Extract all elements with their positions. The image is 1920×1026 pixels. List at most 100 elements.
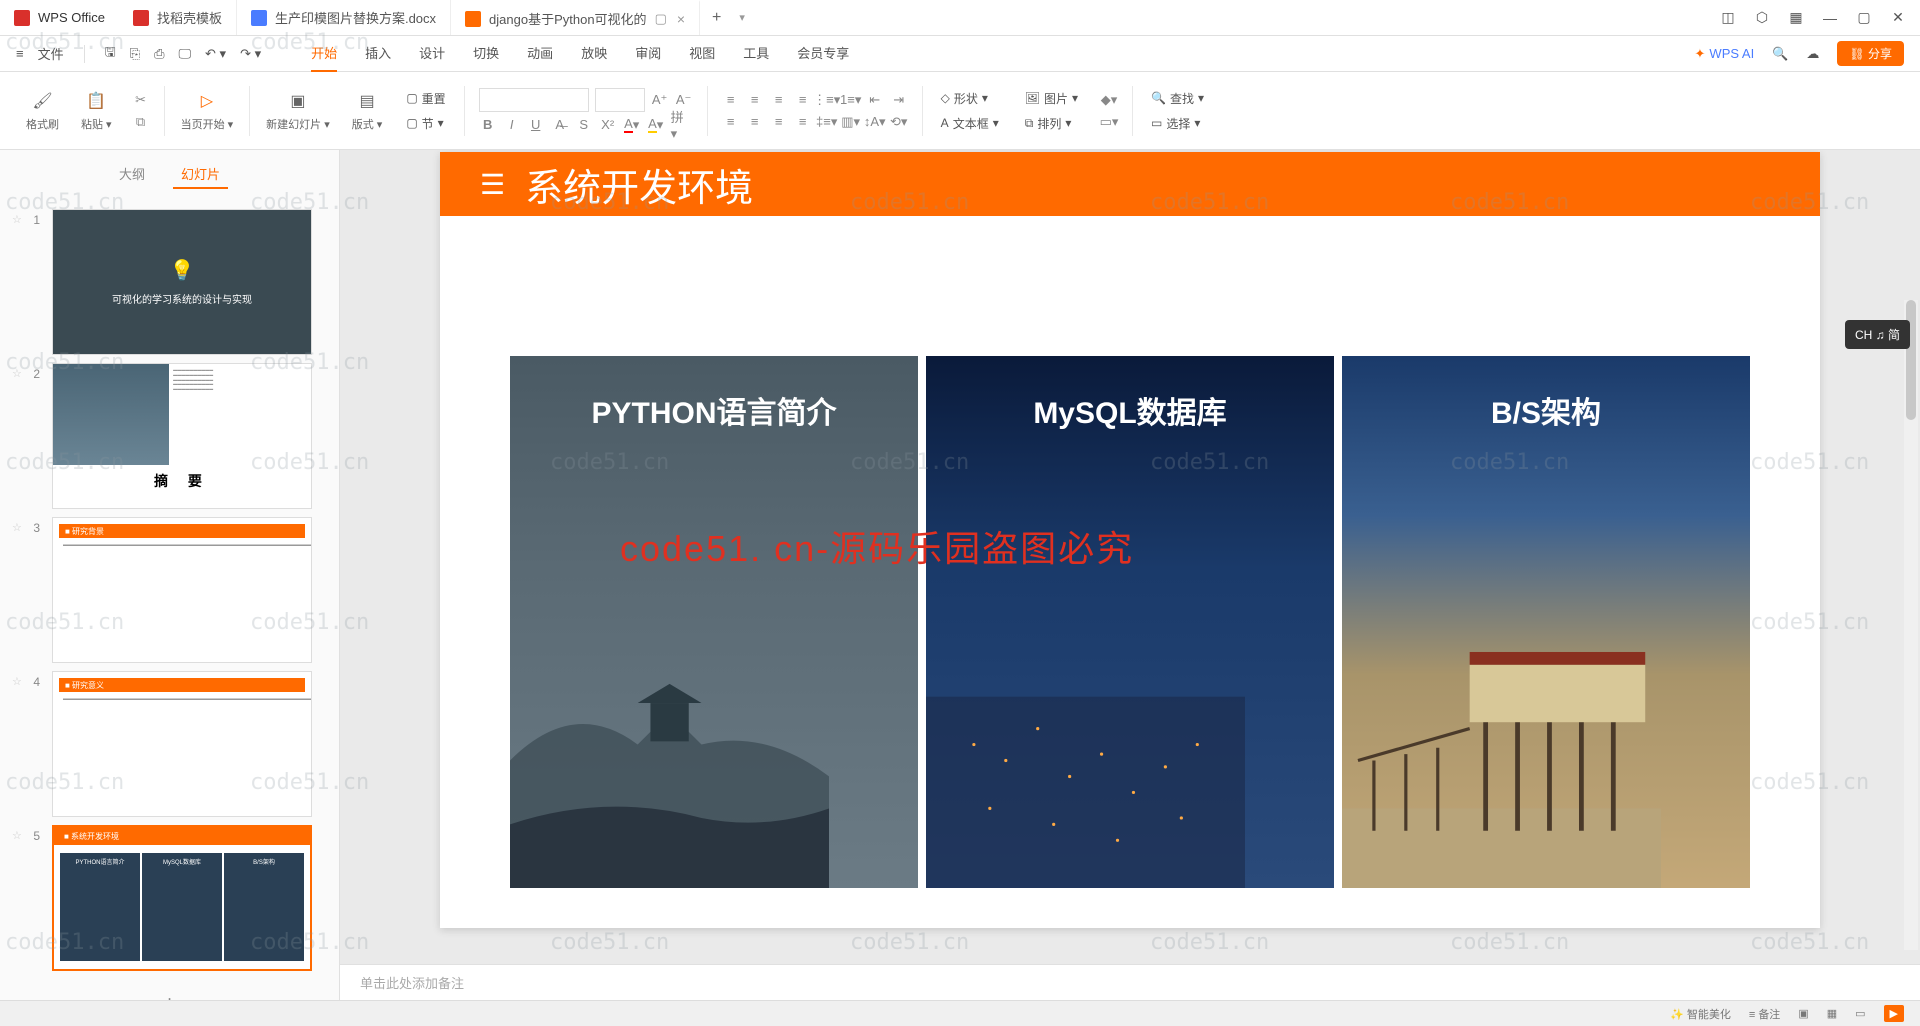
slide-thumb-5-selected[interactable]: ■ 系统开发环境 PYTHON语言简介 MySQL数据库 B/S架构 [52,825,312,971]
tab-ppt-active[interactable]: django基于Python可视化的 ▢ × [451,0,700,35]
underline-icon[interactable]: U [527,116,545,134]
select-button[interactable]: ▭ 选择 ▾ [1147,113,1208,134]
align-center-icon[interactable]: ≡ [746,91,764,109]
align-middle-icon[interactable]: ≡ [746,113,764,131]
star-icon[interactable]: ☆ [12,209,26,226]
export-icon[interactable]: ⎘ [130,46,140,62]
font-size-select[interactable] [595,88,645,112]
fill-icon[interactable]: ◆▾ [1100,91,1118,109]
tab-design[interactable]: 设计 [419,35,445,72]
shape-button[interactable]: ◇ 形状 ▾ [937,88,1003,109]
view-sorter-icon[interactable]: ▦ [1827,1007,1837,1020]
picture-button[interactable]: 🖼 图片 ▾ [1021,88,1082,109]
tab-menu-chevron[interactable]: ▾ [733,11,745,24]
new-tab-button[interactable]: + [700,9,733,27]
search-icon[interactable]: 🔍 [1772,46,1788,62]
tab-home[interactable]: 开始 [311,35,337,72]
new-slide-button[interactable]: ▣ 新建幻灯片 ▾ [256,72,340,149]
indent-decrease-icon[interactable]: ⇤ [866,91,884,109]
tab-transition[interactable]: 切换 [473,35,499,72]
hamburger-icon[interactable]: ≡ [16,46,24,61]
save-icon[interactable]: 🖫 [105,43,116,65]
tab-member[interactable]: 会员专享 [797,35,849,72]
decrease-font-icon[interactable]: A⁻ [675,91,693,109]
star-icon[interactable]: ☆ [12,517,26,534]
thumb-row-1[interactable]: ☆ 1 💡 可视化的学习系统的设计与实现 [0,205,339,359]
tab-tools[interactable]: 工具 [743,35,769,72]
distribute-icon[interactable]: ≡ [794,113,812,131]
tab-slides[interactable]: 幻灯片 [173,160,228,189]
from-current-button[interactable]: ▷ 当页开始 ▾ [171,72,244,149]
tab-outline[interactable]: 大纲 [111,160,153,189]
highlight-icon[interactable]: S [575,116,593,134]
star-icon[interactable]: ☆ [12,671,26,688]
share-button[interactable]: ⛓ 分享 [1837,41,1904,66]
layout-button[interactable]: ▤ 版式 ▾ [342,72,393,149]
numbering-icon[interactable]: 1≡▾ [842,91,860,109]
star-icon[interactable]: ☆ [12,825,26,842]
thumb-row-3[interactable]: ☆ 3 ■ 研究背景 ▬▬▬▬▬▬▬▬▬▬▬▬▬▬▬▬▬▬▬▬▬▬▬▬▬▬▬▬▬… [0,513,339,667]
cut-icon[interactable]: ✂ [132,91,150,109]
align-right-icon[interactable]: ≡ [770,91,788,109]
tab-view[interactable]: 视图 [689,35,715,72]
slide-thumb-2[interactable]: ▬▬▬▬▬▬▬▬▬▬▬▬▬▬▬▬▬▬▬▬▬▬▬▬▬▬▬▬▬▬▬▬▬▬▬▬▬▬▬▬… [52,363,312,509]
line-spacing-icon[interactable]: ‡≡▾ [818,113,836,131]
notes-button[interactable]: ≡ 备注 [1749,1006,1780,1022]
bold-icon[interactable]: B [479,116,497,134]
arrange-button[interactable]: ⧉ 排列 ▾ [1021,113,1082,134]
slide-thumb-3[interactable]: ■ 研究背景 ▬▬▬▬▬▬▬▬▬▬▬▬▬▬▬▬▬▬▬▬▬▬▬▬▬▬▬▬▬▬▬▬▬… [52,517,312,663]
columns-icon[interactable]: ▥▾ [842,113,860,131]
align-bottom-icon[interactable]: ≡ [770,113,788,131]
slide-thumb-4[interactable]: ■ 研究意义 ▬▬▬▬▬▬▬▬▬▬▬▬▬▬▬▬▬▬▬▬▬▬▬▬▬▬▬▬▬▬▬▬▬… [52,671,312,817]
star-icon[interactable]: ☆ [12,363,26,380]
slide-thumb-1[interactable]: 💡 可视化的学习系统的设计与实现 [52,209,312,355]
smart-beautify-button[interactable]: ✨ 智能美化 [1670,1006,1731,1022]
close-icon[interactable]: × [677,11,685,27]
tab-review[interactable]: 审阅 [635,35,661,72]
format-painter-button[interactable]: 🖌 格式刷 [16,72,69,149]
redo-icon[interactable]: ↷ ▾ [240,46,261,62]
find-button[interactable]: 🔍 查找 ▾ [1147,88,1208,109]
text-direction-icon[interactable]: ↕A▾ [866,113,884,131]
cloud-icon[interactable]: ☁ [1806,46,1819,62]
minimize-icon[interactable]: — [1822,10,1838,26]
maximize-icon[interactable]: ▢ [1856,10,1872,26]
font-name-select[interactable] [479,88,589,112]
increase-font-icon[interactable]: A⁺ [651,91,669,109]
view-reading-icon[interactable]: ▭ [1855,1007,1865,1020]
close-window-icon[interactable]: ✕ [1890,10,1906,26]
outline-icon[interactable]: ▭▾ [1100,113,1118,131]
align-justify-icon[interactable]: ≡ [794,91,812,109]
text-highlight-icon[interactable]: A▾ [647,116,665,134]
section-button[interactable]: ▢ 节 ▾ [402,113,449,134]
tab-slideshow[interactable]: 放映 [581,35,607,72]
file-menu[interactable]: 文件 [38,44,64,63]
vertical-scrollbar[interactable] [1904,300,1918,950]
view-normal-icon[interactable]: ▣ [1798,1007,1808,1020]
notes-placeholder[interactable]: 单击此处添加备注 [340,964,1920,1000]
bullets-icon[interactable]: ⋮≡▾ [818,91,836,109]
grid-icon[interactable]: ▦ [1788,10,1804,26]
indent-increase-icon[interactable]: ⇥ [890,91,908,109]
strikethrough-icon[interactable]: A̶ [551,116,569,134]
tab-templates[interactable]: 找稻壳模板 [119,0,237,35]
thumb-row-5[interactable]: ☆ 5 ■ 系统开发环境 PYTHON语言简介 MySQL数据库 B/S架构 [0,821,339,975]
tab-doc[interactable]: 生产印模图片替换方案.docx [237,0,451,35]
superscript-icon[interactable]: X² [599,116,617,134]
italic-icon[interactable]: I [503,116,521,134]
cube-icon[interactable]: ⬡ [1754,10,1770,26]
reset-button[interactable]: ▢ 重置 [402,88,449,109]
align-left-icon[interactable]: ≡ [722,91,740,109]
view-slideshow-icon[interactable]: ▶ [1884,1005,1904,1022]
print-icon[interactable]: ⎙ [154,46,164,62]
slideshow-icon[interactable]: ▢ [655,11,667,27]
canvas-scroll[interactable]: ☰ 系统开发环境 PYTHON语言简介 MySQL数据库 [340,150,1920,964]
textbox-button[interactable]: A 文本框 ▾ [937,113,1003,134]
slide-canvas[interactable]: ☰ 系统开发环境 PYTHON语言简介 MySQL数据库 [440,152,1820,928]
tab-insert[interactable]: 插入 [365,35,391,72]
thumb-row-4[interactable]: ☆ 4 ■ 研究意义 ▬▬▬▬▬▬▬▬▬▬▬▬▬▬▬▬▬▬▬▬▬▬▬▬▬▬▬▬▬… [0,667,339,821]
undo-icon[interactable]: ↶ ▾ [205,46,226,62]
wps-ai-button[interactable]: ✦ WPS AI [1695,46,1755,62]
tab-animation[interactable]: 动画 [527,35,553,72]
paste-button[interactable]: 📋 粘贴 ▾ [71,72,122,149]
